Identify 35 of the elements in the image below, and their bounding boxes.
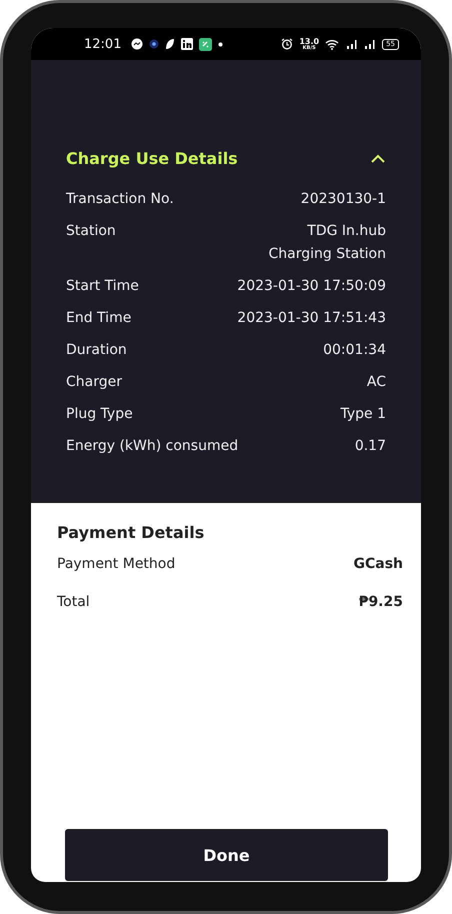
payment-label: Total: [57, 594, 90, 610]
signal-icon: [364, 39, 376, 49]
leaf-icon: [165, 38, 176, 50]
signal-icon: [346, 39, 358, 49]
detail-label: Transaction No.: [66, 190, 174, 209]
detail-value: 00:01:34: [323, 341, 386, 360]
app-icon: [199, 38, 212, 50]
detail-value: TDG In.hub Charging Station: [268, 222, 386, 264]
detail-value: AC: [366, 373, 386, 392]
alarm-icon: [281, 38, 294, 50]
detail-label: Station: [66, 222, 116, 241]
detail-value: 2023-01-30 17:50:09: [237, 277, 386, 296]
status-time: 12:01: [84, 36, 122, 52]
linkedin-icon: [181, 38, 194, 50]
detail-label: Charger: [66, 373, 122, 392]
detail-value: 20230130-1: [300, 190, 386, 209]
section-title: Payment Details: [57, 523, 206, 542]
wifi-icon: [325, 38, 340, 50]
chevron-icon[interactable]: [370, 154, 386, 164]
detail-value: 0.17: [354, 437, 386, 456]
detail-label: Duration: [66, 341, 127, 360]
camera-icon: [149, 39, 160, 49]
detail-value: Type 1: [340, 405, 386, 424]
payment-value: GCash: [353, 556, 403, 572]
payment-label: Payment Method: [57, 556, 176, 572]
done-button[interactable]: Done: [65, 829, 388, 881]
detail-value: 2023-01-30 17:51:43: [237, 309, 386, 328]
messenger-icon: [131, 38, 144, 50]
detail-label: Plug Type: [66, 405, 133, 424]
section-title: Charge Use Details: [66, 149, 238, 168]
detail-label: Energy (kWh) consumed: [66, 437, 238, 456]
payment-value: ₱9.25: [358, 594, 403, 610]
dot-icon: [218, 42, 224, 46]
detail-label: End Time: [66, 309, 132, 328]
detail-label: Start Time: [66, 277, 139, 296]
